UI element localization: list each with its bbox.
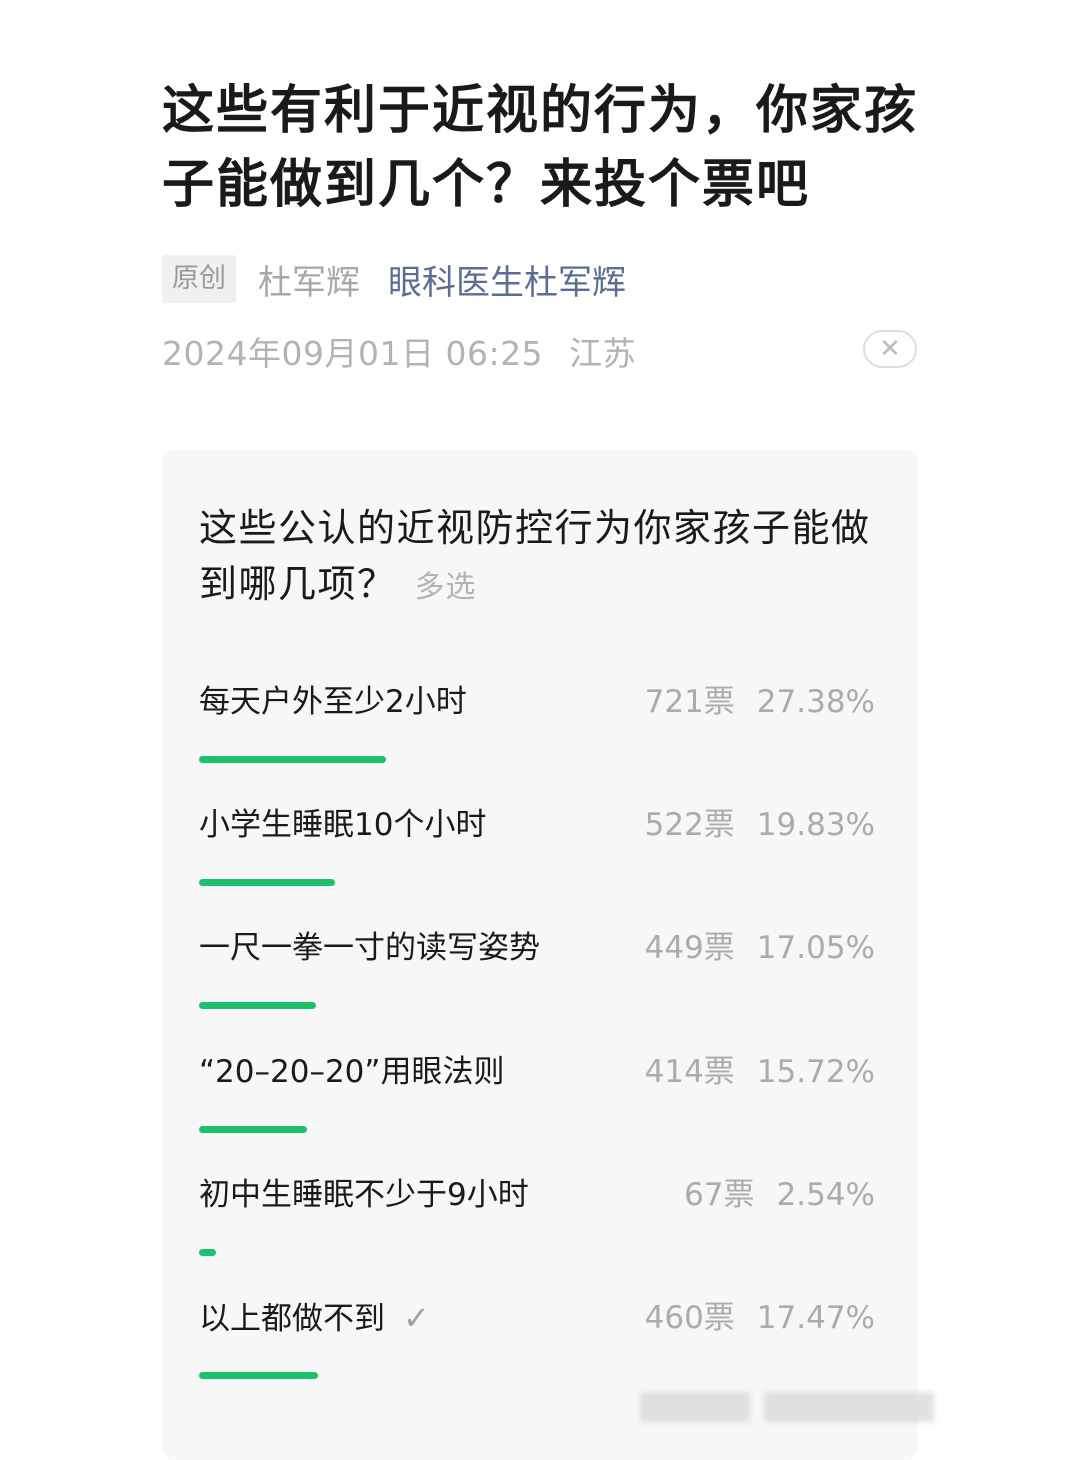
- vote-option-label: 每天户外至少2小时: [199, 680, 467, 724]
- vote-progress-bar: [199, 1002, 316, 1009]
- vote-count: 460票: [644, 1300, 735, 1336]
- vote-card: 这些公认的近视防控行为你家孩子能做到哪几项？ 多选 每天户外至少2小时 721票 27…: [162, 450, 918, 1460]
- vote-count: 449票: [644, 930, 735, 966]
- vote-question-text: 这些公认的近视防控行为你家孩子能做到哪几项？: [199, 506, 871, 606]
- close-button[interactable]: ✕: [863, 330, 917, 368]
- vote-question: 这些公认的近视防控行为你家孩子能做到哪几项？ 多选: [199, 500, 899, 616]
- vote-option-label: “20–20–20”用眼法则: [199, 1050, 504, 1094]
- vote-option-text: 以上都做不到: [199, 1301, 385, 1337]
- vote-option-stats: 460票 17.47%: [645, 1296, 875, 1340]
- vote-option-text: 小学生睡眠10个小时: [199, 807, 487, 843]
- vote-percent: 27.38%: [756, 684, 875, 720]
- article-meta: 原创 杜军辉 眼科医生杜军辉: [162, 254, 626, 304]
- vote-option[interactable]: 一尺一拳一寸的读写姿势 449票 17.05%: [199, 926, 875, 1036]
- vote-percent: 15.72%: [756, 1054, 875, 1090]
- vote-percent: 2.54%: [776, 1177, 875, 1213]
- vote-option-stats: 449票 17.05%: [645, 926, 875, 970]
- vote-option[interactable]: 每天户外至少2小时 721票 27.38%: [199, 680, 875, 790]
- publish-location: 江苏: [569, 334, 637, 373]
- vote-option[interactable]: 以上都做不到 ✓ 460票 17.47%: [199, 1296, 875, 1406]
- vote-progress-bar: [199, 1126, 307, 1133]
- vote-option[interactable]: 小学生睡眠10个小时 522票 19.83%: [199, 803, 875, 913]
- watermark: [640, 1392, 940, 1424]
- vote-count: 67票: [684, 1177, 755, 1213]
- check-icon: ✓: [403, 1299, 430, 1337]
- vote-option-label: 小学生睡眠10个小时: [199, 803, 486, 847]
- publish-datetime: 2024年09月01日 06:25: [162, 334, 544, 373]
- article-title: 这些有利于近视的行为，你家孩子能做到几个？来投个票吧: [162, 81, 919, 215]
- vote-option[interactable]: “20–20–20”用眼法则 414票 15.72%: [199, 1050, 875, 1160]
- vote-count: 721票: [644, 684, 735, 720]
- original-badge: 原创: [162, 255, 236, 303]
- vote-option-text: “20–20–20”用眼法则: [199, 1054, 505, 1090]
- vote-option-label: 一尺一拳一寸的读写姿势: [199, 926, 540, 970]
- vote-option-stats: 522票 19.83%: [645, 803, 875, 847]
- vote-option-stats: 67票 2.54%: [684, 1173, 875, 1217]
- author-name: 杜军辉: [258, 262, 360, 303]
- vote-option-label: 初中生睡眠不少于9小时: [199, 1173, 529, 1217]
- vote-percent: 17.47%: [756, 1300, 875, 1336]
- vote-progress-bar: [199, 1249, 216, 1256]
- vote-option-text: 一尺一拳一寸的读写姿势: [199, 930, 540, 966]
- vote-option[interactable]: 初中生睡眠不少于9小时 67票 2.54%: [199, 1173, 875, 1283]
- vote-option-label: 以上都做不到 ✓: [199, 1296, 430, 1340]
- vote-option-stats: 721票 27.38%: [645, 680, 875, 724]
- close-icon: ✕: [879, 334, 901, 364]
- vote-progress-bar: [199, 756, 386, 763]
- publish-info: 2024年09月01日 06:25 江苏: [162, 326, 636, 376]
- vote-option-text: 初中生睡眠不少于9小时: [199, 1177, 529, 1213]
- vote-progress-bar: [199, 1372, 318, 1379]
- vote-count: 414票: [644, 1054, 735, 1090]
- account-name-link[interactable]: 眼科医生杜军辉: [388, 255, 626, 304]
- vote-percent: 19.83%: [756, 807, 875, 843]
- vote-option-text: 每天户外至少2小时: [199, 684, 467, 720]
- vote-option-stats: 414票 15.72%: [645, 1050, 875, 1094]
- vote-percent: 17.05%: [756, 930, 875, 966]
- multi-select-tag: 多选: [414, 570, 477, 605]
- vote-count: 522票: [644, 807, 735, 843]
- vote-progress-bar: [199, 879, 335, 886]
